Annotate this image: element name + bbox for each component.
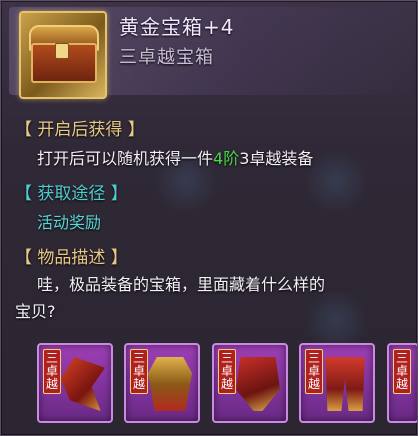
description-line-2: 宝贝? xyxy=(15,302,56,321)
reward-tag: 三卓越 xyxy=(305,349,323,394)
reward-tag: 三卓越 xyxy=(130,349,148,394)
claw-weapon-icon xyxy=(61,357,105,411)
item-tooltip: 黄金宝箱+4 三卓越宝箱 【 开启后获得 】 打开后可以随机获得一件4阶3卓越装… xyxy=(0,0,418,436)
reward-item[interactable]: 三卓越 xyxy=(37,343,113,423)
reward-tag: 三卓越 xyxy=(43,349,61,394)
description-line-1: 哇，极品装备的宝箱，里面藏着什么样的 xyxy=(37,275,326,294)
reward-item[interactable]: 三卓越 xyxy=(212,343,288,423)
red-leggings-icon xyxy=(325,357,365,411)
item-type: 三卓越宝箱 xyxy=(119,47,214,68)
golden-chest-icon xyxy=(19,11,107,99)
reward-list: 三卓越 三卓越 三卓越 三卓越 三卓越 xyxy=(37,343,417,427)
obtain-method-header: 【 获取途径 】 xyxy=(15,184,128,204)
description-header: 【 物品描述 】 xyxy=(15,248,128,268)
reward-item[interactable]: 三卓越 xyxy=(124,343,200,423)
item-name: 黄金宝箱+4 xyxy=(119,15,235,39)
open-gain-highlight: 4阶 xyxy=(213,149,240,168)
golden-armor-icon xyxy=(148,357,192,411)
reward-tag: 三卓越 xyxy=(218,349,236,394)
reward-item[interactable]: 三卓越 xyxy=(387,343,417,423)
open-gain-text: 打开后可以随机获得一件4阶3卓越装备 xyxy=(37,145,313,169)
chest-lock xyxy=(55,43,69,59)
open-gain-text-after: 3卓越装备 xyxy=(239,149,314,168)
background-slot-ghost xyxy=(301,291,371,351)
reward-item[interactable]: 三卓越 xyxy=(299,343,375,423)
obtain-method-text: 活动奖励 xyxy=(37,213,102,232)
red-gauntlet-icon xyxy=(236,357,280,411)
open-gain-text-before: 打开后可以随机获得一件 xyxy=(37,149,214,168)
reward-tag: 三卓越 xyxy=(393,349,411,394)
open-gain-header: 【 开启后获得 】 xyxy=(15,120,145,140)
